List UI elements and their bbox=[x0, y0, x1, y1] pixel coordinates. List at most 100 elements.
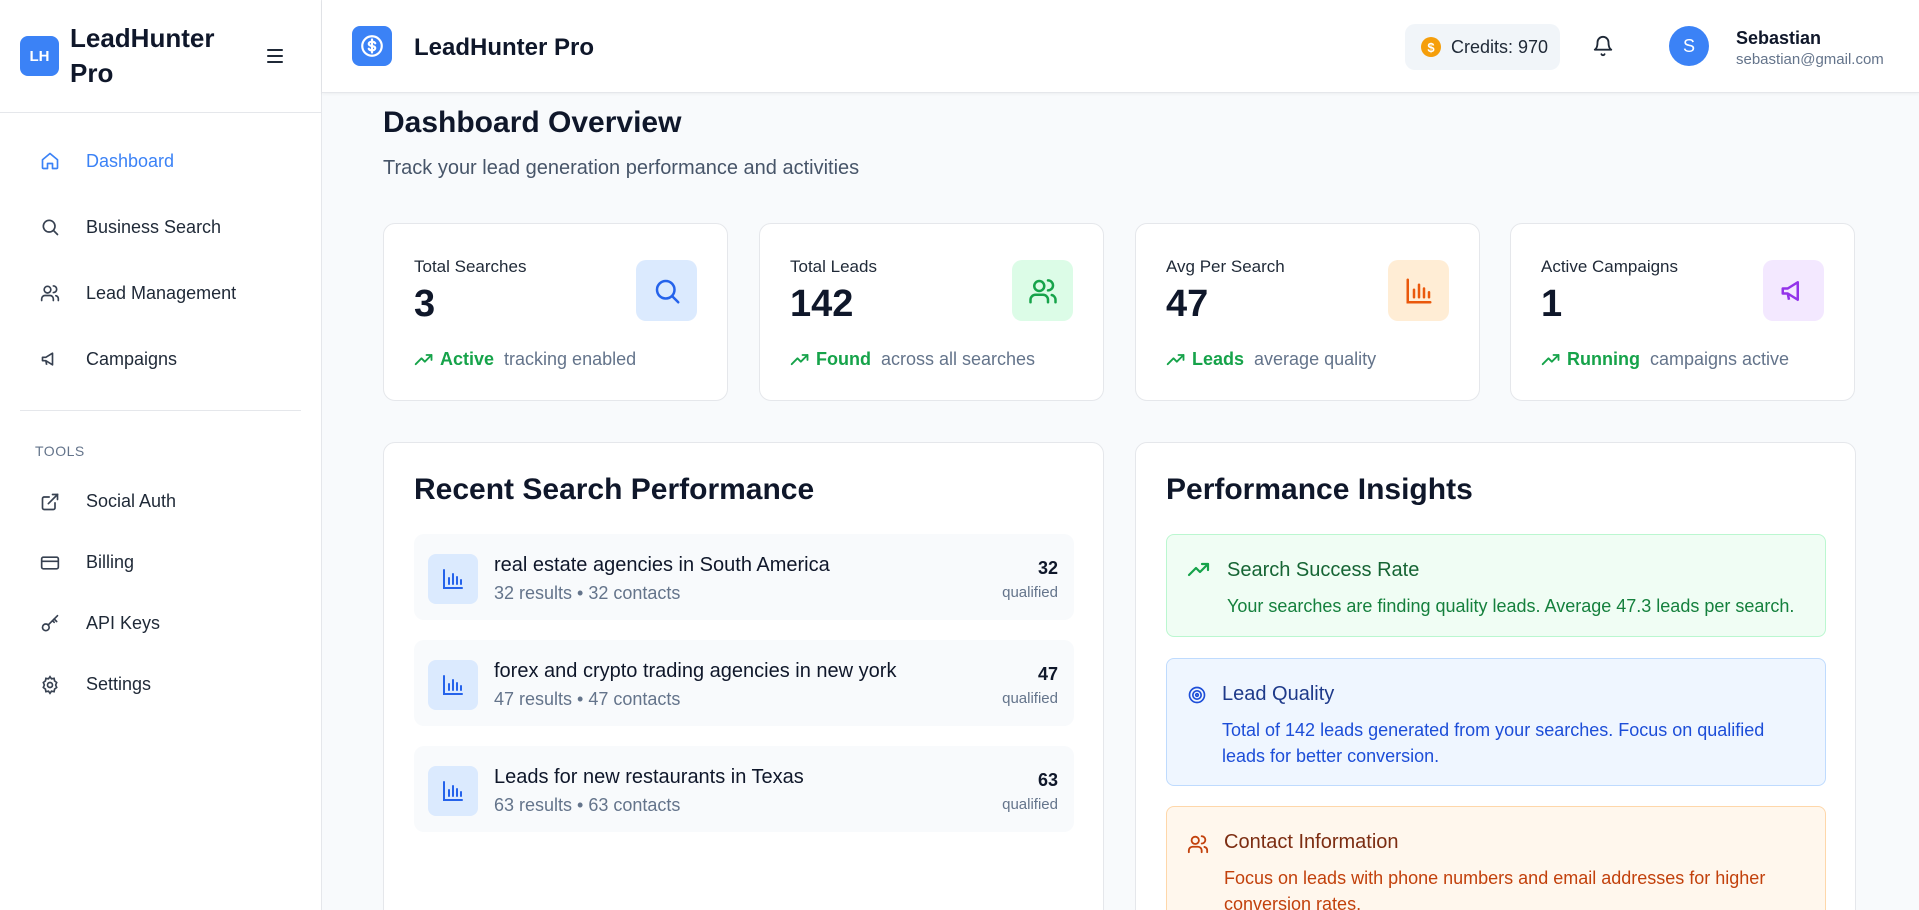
qualified-label: qualified bbox=[1002, 796, 1058, 813]
stat-label: Active Campaigns bbox=[1541, 257, 1679, 276]
performance-insights-panel: Performance Insights Search Success Rate… bbox=[1135, 442, 1856, 910]
nav-item-label: Settings bbox=[86, 674, 152, 694]
stat-value: 47 bbox=[1166, 283, 1209, 325]
trending-up-icon bbox=[1166, 350, 1186, 370]
nav-item-dashboard[interactable]: Dashboard bbox=[0, 128, 321, 194]
insight-title: Lead Quality bbox=[1222, 683, 1335, 705]
credits-text: Credits: 970 bbox=[1451, 36, 1549, 57]
header-title: LeadHunter Pro bbox=[414, 34, 595, 61]
users-icon bbox=[1012, 260, 1073, 321]
stat-card-avg-per-search: Avg Per Search 47 Leads average quality bbox=[1135, 223, 1480, 401]
qualified-count: 32 bbox=[1037, 558, 1058, 578]
bar-chart-icon bbox=[428, 554, 478, 604]
qualified-label: qualified bbox=[1002, 690, 1058, 707]
search-icon bbox=[40, 217, 60, 237]
insight-text: Total of 142 leads generated from your s… bbox=[1222, 720, 1765, 766]
recent-search-panel: Recent Search Performance real estate ag… bbox=[383, 442, 1104, 910]
nav-item-business-search[interactable]: Business Search bbox=[0, 194, 321, 260]
credit-card-icon bbox=[40, 553, 60, 573]
stat-caption: campaigns active bbox=[1649, 349, 1790, 369]
stat-footer: Running campaigns active bbox=[1541, 349, 1789, 370]
sidebar: LH LeadHunter Pro Dashboard Business Sea… bbox=[0, 0, 322, 910]
stat-highlight: Leads bbox=[1192, 349, 1245, 369]
search-icon bbox=[636, 260, 697, 321]
trending-up-icon bbox=[1541, 350, 1561, 370]
search-meta: 47 results • 47 contacts bbox=[494, 689, 681, 709]
search-query: Leads for new restaurants in Texas bbox=[494, 766, 804, 788]
megaphone-icon bbox=[1763, 260, 1824, 321]
user-name: Sebastian bbox=[1736, 28, 1822, 48]
stat-label: Avg Per Search bbox=[1166, 257, 1285, 276]
sidebar-brand: LH LeadHunter Pro bbox=[0, 0, 321, 113]
search-meta: 32 results • 32 contacts bbox=[494, 583, 681, 603]
nav-item-api-keys[interactable]: API Keys bbox=[0, 593, 321, 654]
list-item[interactable]: real estate agencies in South America 32… bbox=[414, 534, 1074, 620]
user-email: sebastian@gmail.com bbox=[1736, 51, 1884, 68]
target-icon bbox=[1187, 685, 1209, 707]
brand-logo[interactable]: LH bbox=[20, 36, 59, 76]
nav-item-lead-management[interactable]: Lead Management bbox=[0, 260, 321, 326]
stat-caption: across all searches bbox=[880, 349, 1036, 369]
search-meta: 63 results • 63 contacts bbox=[494, 795, 681, 815]
main-nav: Dashboard Business Search Lead Managemen… bbox=[0, 113, 321, 392]
qualified-count: 47 bbox=[1037, 664, 1058, 684]
stat-footer: Found across all searches bbox=[790, 349, 1035, 370]
tools-section-label: TOOLS bbox=[35, 443, 85, 459]
nav-item-settings[interactable]: Settings bbox=[0, 654, 321, 715]
gear-icon bbox=[40, 674, 60, 695]
avatar[interactable]: S bbox=[1669, 26, 1709, 66]
users-icon bbox=[1187, 833, 1209, 855]
nav-item-campaigns[interactable]: Campaigns bbox=[0, 326, 321, 392]
qualified-count: 63 bbox=[1037, 770, 1058, 790]
stat-value: 142 bbox=[790, 283, 854, 325]
stat-caption: average quality bbox=[1254, 349, 1377, 369]
insight-contact-information: Contact Information Focus on leads with … bbox=[1166, 806, 1826, 910]
trending-up-icon bbox=[790, 350, 810, 370]
trending-up-icon bbox=[414, 350, 434, 370]
stat-label: Total Searches bbox=[414, 257, 527, 276]
nav-item-label: Social Auth bbox=[86, 491, 177, 511]
nav-item-label: Lead Management bbox=[86, 282, 237, 303]
coin-icon: $ bbox=[1421, 37, 1441, 57]
insight-title: Contact Information bbox=[1224, 831, 1399, 853]
stat-caption: tracking enabled bbox=[504, 349, 637, 369]
nav-item-label: Business Search bbox=[86, 216, 222, 237]
nav-item-label: API Keys bbox=[86, 613, 161, 633]
stat-card-total-leads: Total Leads 142 Found across all searche… bbox=[759, 223, 1104, 401]
list-item[interactable]: forex and crypto trading agencies in new… bbox=[414, 640, 1074, 726]
nav-item-billing[interactable]: Billing bbox=[0, 532, 321, 593]
users-icon bbox=[40, 283, 60, 303]
panel-title: Recent Search Performance bbox=[414, 473, 815, 506]
tools-nav: Social Auth Billing API Keys Settings bbox=[0, 471, 321, 715]
dollar-circle-icon[interactable] bbox=[352, 26, 392, 66]
page-subtitle: Track your lead generation performance a… bbox=[383, 157, 860, 179]
stat-value: 1 bbox=[1541, 283, 1563, 325]
hamburger-menu-icon[interactable] bbox=[266, 46, 286, 66]
credits-badge[interactable]: $ Credits: 970 bbox=[1405, 24, 1560, 70]
search-query: forex and crypto trading agencies in new… bbox=[494, 660, 897, 682]
insight-lead-quality: Lead Quality Total of 142 leads generate… bbox=[1166, 658, 1826, 786]
stat-card-total-searches: Total Searches 3 Active tracking enabled bbox=[383, 223, 728, 401]
megaphone-icon bbox=[40, 349, 60, 369]
insight-search-success-rate: Search Success Rate Your searches are fi… bbox=[1166, 534, 1826, 637]
stat-highlight: Found bbox=[816, 349, 871, 369]
stat-highlight: Active bbox=[440, 349, 495, 369]
stat-footer: Leads average quality bbox=[1166, 349, 1376, 370]
top-header: LeadHunter Pro $ Credits: 970 S Sebastia… bbox=[322, 0, 1919, 93]
brand-name[interactable]: LeadHunter Pro bbox=[70, 21, 230, 91]
qualified-label: qualified bbox=[1002, 584, 1058, 601]
bell-icon[interactable] bbox=[1592, 35, 1614, 57]
insight-title: Search Success Rate bbox=[1227, 559, 1420, 581]
home-icon bbox=[40, 151, 60, 171]
nav-item-social-auth[interactable]: Social Auth bbox=[0, 471, 321, 532]
nav-item-label: Campaigns bbox=[86, 348, 178, 369]
panel-title: Performance Insights bbox=[1166, 473, 1473, 506]
nav-item-label: Dashboard bbox=[86, 150, 175, 171]
stat-footer: Active tracking enabled bbox=[414, 349, 636, 370]
stat-value: 3 bbox=[414, 283, 436, 325]
external-link-icon bbox=[40, 492, 60, 512]
bar-chart-icon bbox=[428, 766, 478, 816]
list-item[interactable]: Leads for new restaurants in Texas 63 re… bbox=[414, 746, 1074, 832]
stat-label: Total Leads bbox=[790, 257, 877, 276]
trending-up-icon bbox=[1187, 561, 1210, 583]
